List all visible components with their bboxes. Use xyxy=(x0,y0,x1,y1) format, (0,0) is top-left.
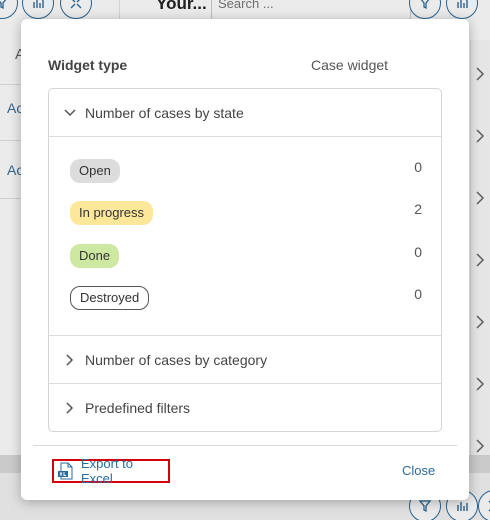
state-count: 0 xyxy=(414,244,422,260)
status-badge: Done xyxy=(70,244,120,268)
export-label: Export to Excel xyxy=(81,456,134,486)
divider xyxy=(49,136,441,137)
state-row-done: Done 0 xyxy=(70,244,422,270)
chevron-right-icon xyxy=(63,353,77,367)
widget-accordion: Number of cases by state Open 0 In progr… xyxy=(48,88,442,432)
widget-type-value: Case widget xyxy=(311,57,389,73)
chevron-down-icon xyxy=(63,106,77,120)
state-count: 2 xyxy=(414,201,422,217)
excel-file-icon xyxy=(57,462,75,480)
divider xyxy=(33,445,457,446)
section-label: Predefined filters xyxy=(85,399,191,416)
state-count: 0 xyxy=(414,159,422,175)
section-label: Number of cases by state xyxy=(85,104,244,121)
status-badge: Open xyxy=(70,159,120,183)
export-to-excel-button[interactable]: Export to Excel xyxy=(52,456,170,486)
section-cases-by-category[interactable]: Number of cases by category xyxy=(49,336,441,383)
section-label: Number of cases by category xyxy=(85,351,268,368)
status-badge: In progress xyxy=(70,201,154,225)
state-row-destroyed: Destroyed 0 xyxy=(70,286,422,312)
section-cases-by-state[interactable]: Number of cases by state xyxy=(49,89,441,136)
close-button[interactable]: Close xyxy=(402,463,435,478)
chevron-right-icon xyxy=(63,401,77,415)
widget-info-dialog: Widget type Case widget Number of cases … xyxy=(21,19,469,500)
section-predefined-filters[interactable]: Predefined filters xyxy=(49,384,441,431)
status-badge: Destroyed xyxy=(70,286,150,310)
state-count: 0 xyxy=(414,286,422,302)
widget-type-label: Widget type xyxy=(48,57,128,73)
state-row-open: Open 0 xyxy=(70,159,422,185)
state-row-in-progress: In progress 2 xyxy=(70,201,422,227)
